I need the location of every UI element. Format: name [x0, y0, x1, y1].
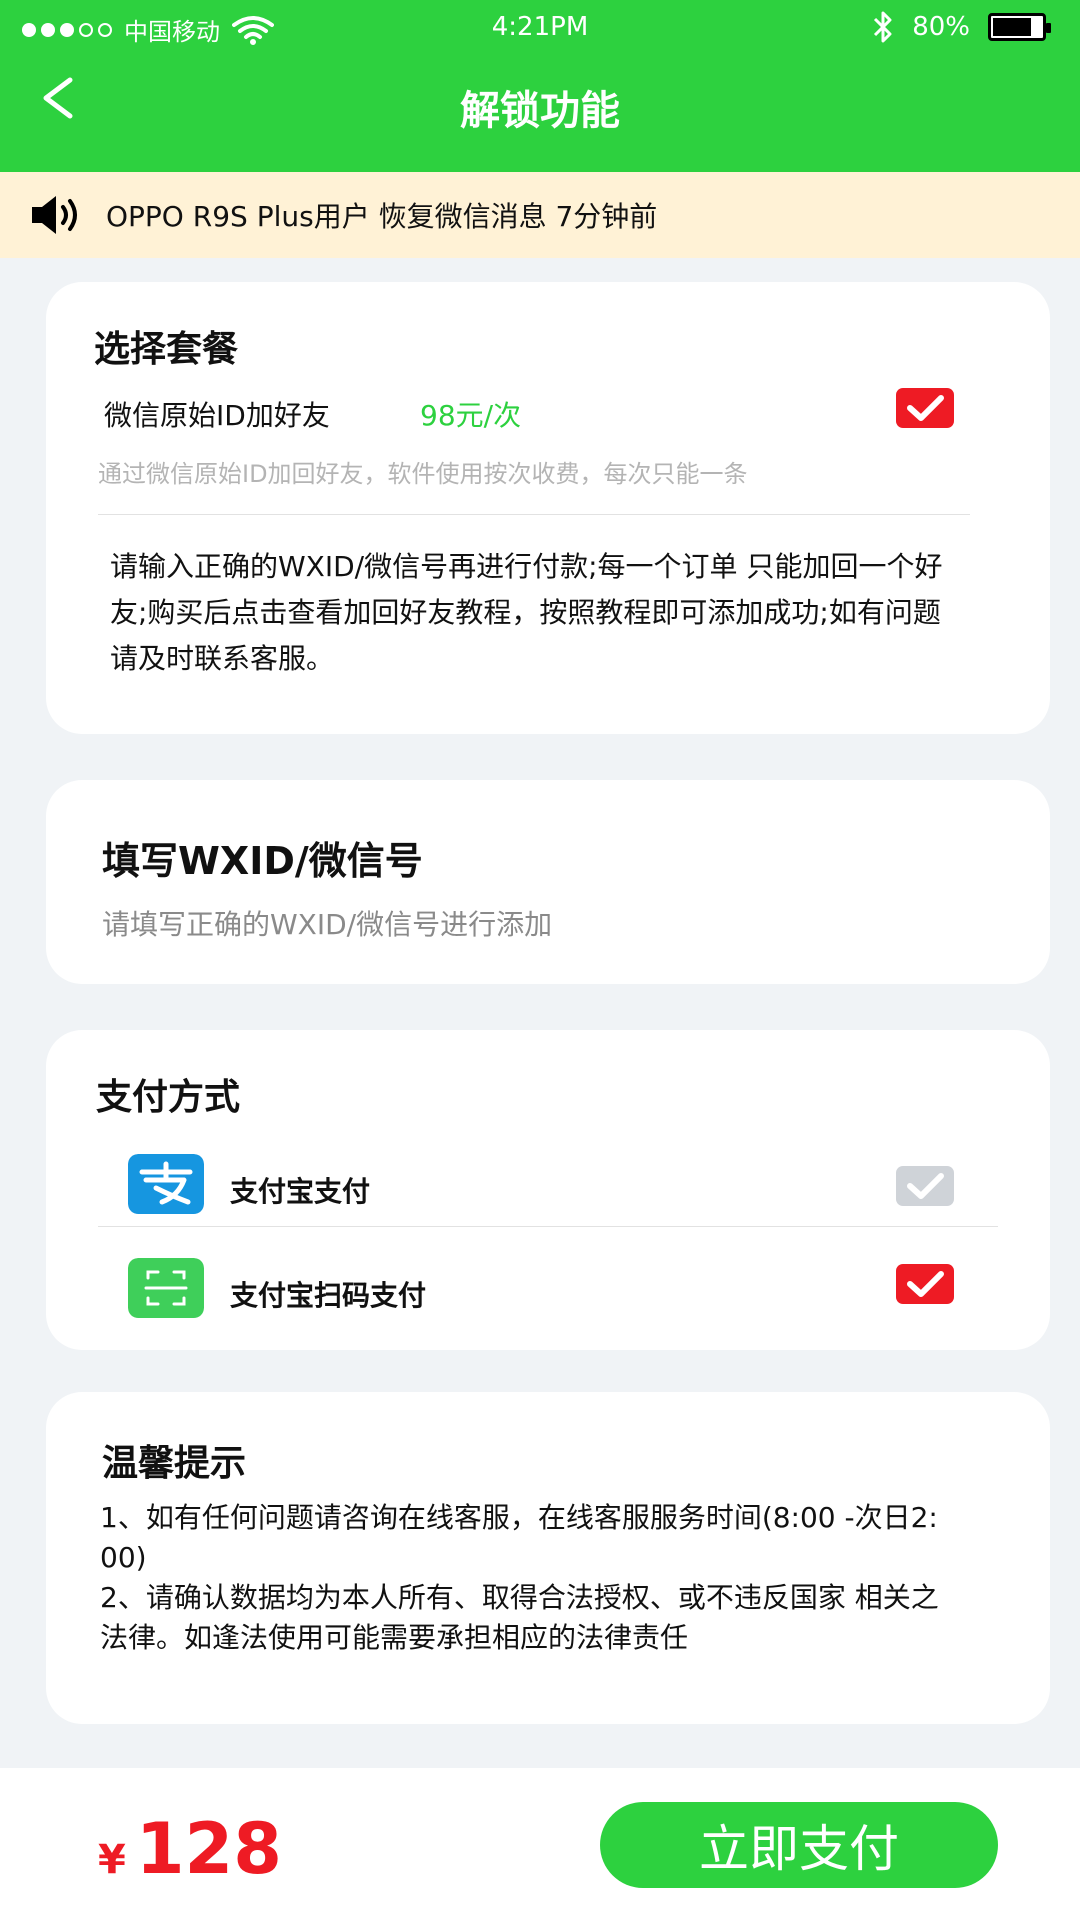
- battery-fill: [993, 18, 1031, 36]
- battery-icon: [988, 13, 1051, 41]
- status-bar: 中国移动 4:21PM 80%: [0, 0, 1080, 56]
- tips-line-2: 2、请确认数据均为本人所有、取得合法授权、或不违反国家 相关之法律。如逢法使用可…: [100, 1581, 939, 1654]
- payment-label-qr: 支付宝扫码支付: [230, 1279, 427, 1312]
- wxid-input[interactable]: [102, 900, 982, 948]
- speaker-icon: [32, 196, 77, 234]
- tips-body: 1、如有任何问题请咨询在线客服，在线客服服务时间(8:00 -次日2: 00) …: [100, 1498, 960, 1658]
- notice-text: OPPO R9S Plus用户 恢复微信消息 7分钟前: [106, 200, 658, 233]
- package-description: 通过微信原始ID加回好友，软件使用按次收费，每次只能一条: [98, 460, 748, 488]
- checkmark-icon: [907, 395, 944, 421]
- pay-now-button[interactable]: 立即支付: [600, 1802, 998, 1888]
- checkout-bar: ¥128 立即支付: [0, 1768, 1080, 1920]
- package-checkbox[interactable]: [896, 388, 954, 428]
- currency-symbol: ¥: [98, 1837, 126, 1883]
- payment-checkbox-alipay[interactable]: [896, 1166, 954, 1206]
- tips-card: 温馨提示 1、如有任何问题请咨询在线客服，在线客服服务时间(8:00 -次日2:…: [46, 1392, 1050, 1724]
- payment-divider: [98, 1226, 998, 1227]
- tips-title: 温馨提示: [102, 1443, 247, 1484]
- total-amount: 128: [135, 1808, 282, 1890]
- app-header: 中国移动 4:21PM 80% 解锁功能: [0, 0, 1080, 172]
- payment-card: 支付方式 支付宝支付 支付宝扫码支付: [46, 1030, 1050, 1350]
- wxid-title: 填写WXID/微信号: [102, 839, 423, 883]
- bluetooth-icon: [874, 11, 892, 43]
- package-divider: [98, 514, 970, 515]
- package-notice: 请输入正确的WXID/微信号再进行付款;每一个订单 只能加回一个好友;购买后点击…: [110, 550, 943, 675]
- qr-scan-icon: [128, 1258, 204, 1318]
- checkmark-icon: [907, 1271, 944, 1297]
- tips-line-1: 1、如有任何问题请咨询在线客服，在线客服服务时间(8:00 -次日2: 00): [100, 1501, 938, 1574]
- payment-option-qr[interactable]: 支付宝扫码支付: [46, 1244, 1050, 1344]
- battery-percent: 80%: [912, 12, 970, 42]
- payment-checkbox-qr[interactable]: [896, 1264, 954, 1304]
- payment-title: 支付方式: [96, 1077, 241, 1118]
- payment-option-alipay[interactable]: 支付宝支付: [46, 1140, 1050, 1240]
- checkmark-icon: [907, 1173, 944, 1199]
- status-right: 80%: [872, 10, 1051, 44]
- package-title: 选择套餐: [94, 329, 239, 370]
- notice-banner: OPPO R9S Plus用户 恢复微信消息 7分钟前: [0, 172, 1080, 258]
- total-price: ¥128: [98, 1808, 282, 1890]
- alipay-icon: [128, 1154, 204, 1214]
- package-price: 98元/次: [420, 399, 522, 432]
- package-card: 选择套餐 微信原始ID加好友 98元/次 通过微信原始ID加回好友，软件使用按次…: [46, 282, 1050, 734]
- payment-label-alipay: 支付宝支付: [230, 1175, 371, 1208]
- package-name: 微信原始ID加好友: [104, 399, 330, 432]
- wxid-card: 填写WXID/微信号: [46, 780, 1050, 984]
- page-title: 解锁功能: [460, 88, 620, 134]
